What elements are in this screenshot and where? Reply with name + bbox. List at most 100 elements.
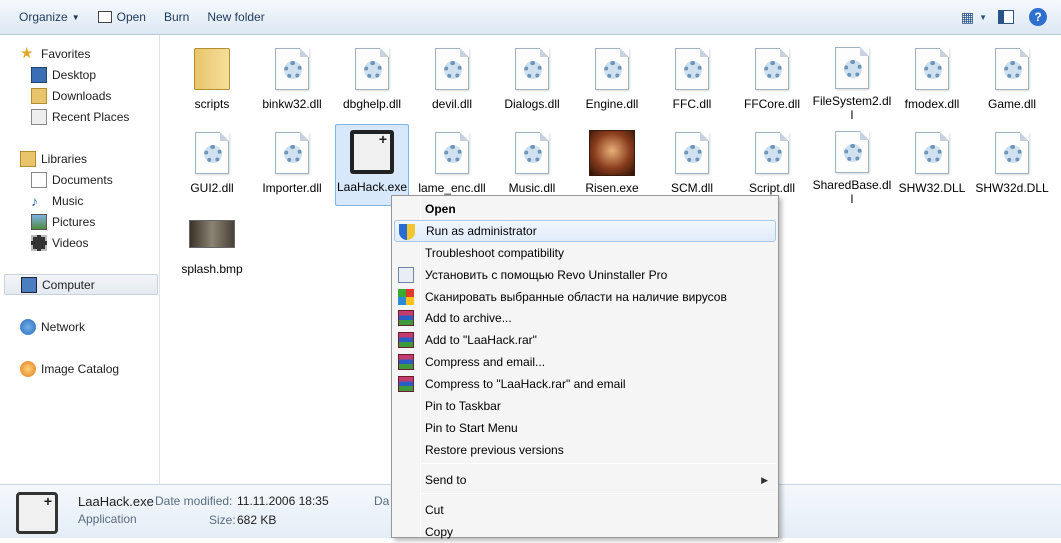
preview-pane-button[interactable] bbox=[993, 6, 1019, 28]
dll-file-icon bbox=[668, 129, 716, 177]
menu-item-compress-email[interactable]: Compress and email... bbox=[394, 351, 776, 373]
new-folder-button[interactable]: New folder bbox=[198, 0, 273, 35]
menu-item-pin-taskbar[interactable]: Pin to Taskbar bbox=[394, 395, 776, 417]
change-view-button[interactable]: ▦ ▼ bbox=[961, 6, 987, 28]
nav-network[interactable]: Network bbox=[20, 317, 85, 337]
image-catalog-icon bbox=[20, 361, 36, 377]
menu-label: Send to bbox=[425, 473, 467, 487]
file-item-selected[interactable]: + LaaHack.exe bbox=[335, 124, 409, 206]
nav-image-catalog-label: Image Catalog bbox=[41, 362, 120, 376]
nav-favorites[interactable]: ★ Favorites bbox=[20, 44, 90, 64]
date-created-label: Da bbox=[374, 494, 390, 508]
file-item[interactable]: Importer.dll bbox=[252, 126, 332, 206]
nav-videos[interactable]: Videos bbox=[31, 233, 88, 253]
file-item[interactable]: splash.bmp bbox=[172, 207, 252, 287]
nav-downloads-label: Downloads bbox=[52, 89, 112, 103]
menu-item-restore[interactable]: Restore previous versions bbox=[394, 439, 776, 461]
file-item[interactable]: Game.dll bbox=[972, 42, 1052, 122]
file-item[interactable]: Risen.exe bbox=[572, 126, 652, 206]
file-item[interactable]: Music.dll bbox=[492, 126, 572, 206]
nav-pictures[interactable]: Pictures bbox=[31, 212, 95, 232]
nav-music[interactable]: ♪ Music bbox=[31, 191, 83, 211]
nav-documents[interactable]: Documents bbox=[31, 170, 113, 190]
nav-desktop-label: Desktop bbox=[52, 68, 97, 82]
videos-icon bbox=[31, 235, 47, 251]
menu-item-add-rar[interactable]: Add to "LaaHack.rar" bbox=[394, 329, 776, 351]
file-item[interactable]: SHW32.DLL bbox=[892, 126, 972, 206]
file-name: splash.bmp bbox=[181, 262, 243, 276]
menu-item-send-to[interactable]: Send to ▶ bbox=[394, 469, 776, 491]
menu-item-scan[interactable]: Сканировать выбранные области на наличие… bbox=[394, 286, 776, 308]
winrar-icon bbox=[398, 376, 414, 392]
menu-item-open[interactable]: Open bbox=[394, 198, 776, 220]
uac-shield-icon bbox=[399, 224, 415, 240]
game-app-icon bbox=[588, 129, 636, 177]
date-modified-label: Date modified: bbox=[155, 494, 233, 508]
nav-image-catalog[interactable]: Image Catalog bbox=[20, 359, 119, 379]
file-item[interactable]: FileSystem2.dll bbox=[812, 42, 892, 122]
new-folder-label: New folder bbox=[207, 10, 265, 24]
dll-file-icon bbox=[268, 45, 316, 93]
organize-button[interactable]: Organize ▼ bbox=[10, 0, 89, 35]
computer-icon bbox=[21, 276, 37, 293]
menu-item-copy[interactable]: Copy bbox=[394, 521, 776, 543]
file-name: Game.dll bbox=[987, 97, 1037, 111]
menu-item-cut[interactable]: Cut bbox=[394, 499, 776, 521]
file-name: binkw32.dll bbox=[262, 97, 322, 111]
help-button[interactable]: ? bbox=[1025, 6, 1051, 28]
documents-icon bbox=[31, 172, 47, 188]
details-file-type: Application bbox=[78, 512, 137, 526]
file-item[interactable]: GUI2.dll bbox=[172, 126, 252, 206]
winrar-icon bbox=[398, 310, 414, 326]
file-name: FileSystem2.dll bbox=[812, 94, 892, 122]
chevron-down-icon: ▼ bbox=[71, 12, 80, 22]
nav-libraries[interactable]: Libraries bbox=[20, 149, 87, 169]
file-item[interactable]: fmodex.dll bbox=[892, 42, 972, 122]
menu-label: Compress and email... bbox=[425, 355, 546, 369]
menu-item-revo[interactable]: Установить с помощью Revo Uninstaller Pr… bbox=[394, 264, 776, 286]
preview-pane-icon bbox=[998, 10, 1014, 24]
file-item[interactable]: SHW32d.DLL bbox=[972, 126, 1052, 206]
file-item[interactable]: scripts bbox=[172, 42, 252, 122]
menu-item-run-as-admin[interactable]: Run as administrator bbox=[394, 220, 776, 242]
file-item[interactable]: dbghelp.dll bbox=[332, 42, 412, 122]
dll-file-icon bbox=[588, 45, 636, 93]
nav-computer[interactable]: Computer bbox=[4, 274, 158, 295]
file-item[interactable]: SharedBase.dll bbox=[812, 126, 892, 206]
dll-file-icon bbox=[988, 45, 1036, 93]
nav-desktop[interactable]: Desktop bbox=[31, 65, 96, 85]
open-button[interactable]: Open bbox=[89, 0, 155, 35]
file-name: Engine.dll bbox=[585, 97, 639, 111]
menu-label: Copy bbox=[425, 525, 454, 539]
file-item[interactable]: FFC.dll bbox=[652, 42, 732, 122]
menu-label: Cut bbox=[425, 503, 444, 517]
star-icon: ★ bbox=[20, 45, 34, 62]
file-item[interactable]: SCM.dll bbox=[652, 126, 732, 206]
file-item[interactable]: binkw32.dll bbox=[252, 42, 332, 122]
dll-file-icon bbox=[348, 45, 396, 93]
open-app-icon bbox=[97, 11, 112, 23]
dll-file-icon bbox=[428, 129, 476, 177]
file-item[interactable]: Script.dll bbox=[732, 126, 812, 206]
file-item[interactable]: devil.dll bbox=[412, 42, 492, 122]
nav-recent-places[interactable]: Recent Places bbox=[31, 107, 129, 127]
menu-label: Restore previous versions bbox=[425, 443, 564, 457]
nav-downloads[interactable]: Downloads bbox=[31, 86, 111, 106]
menu-item-pin-start[interactable]: Pin to Start Menu bbox=[394, 417, 776, 439]
file-name: lame_enc.dll bbox=[418, 181, 486, 195]
file-item[interactable]: Dialogs.dll bbox=[492, 42, 572, 122]
file-item[interactable]: Engine.dll bbox=[572, 42, 652, 122]
menu-item-add-archive[interactable]: Add to archive... bbox=[394, 307, 776, 329]
size-value: 682 KB bbox=[237, 513, 277, 527]
dll-file-icon bbox=[908, 129, 956, 177]
menu-item-troubleshoot[interactable]: Troubleshoot compatibility bbox=[394, 242, 776, 264]
details-file-name: LaaHack.exe bbox=[78, 494, 154, 509]
dll-file-icon bbox=[748, 129, 796, 177]
navigation-pane: ★ Favorites Desktop Downloads Recent Pla… bbox=[0, 35, 160, 484]
burn-button[interactable]: Burn bbox=[155, 0, 198, 35]
nav-computer-label: Computer bbox=[42, 277, 95, 292]
menu-item-compress-rar-email[interactable]: Compress to "LaaHack.rar" and email bbox=[394, 373, 776, 395]
file-item[interactable]: lame_enc.dll bbox=[412, 126, 492, 206]
file-name: SharedBase.dll bbox=[812, 178, 892, 206]
file-item[interactable]: FFCore.dll bbox=[732, 42, 812, 122]
